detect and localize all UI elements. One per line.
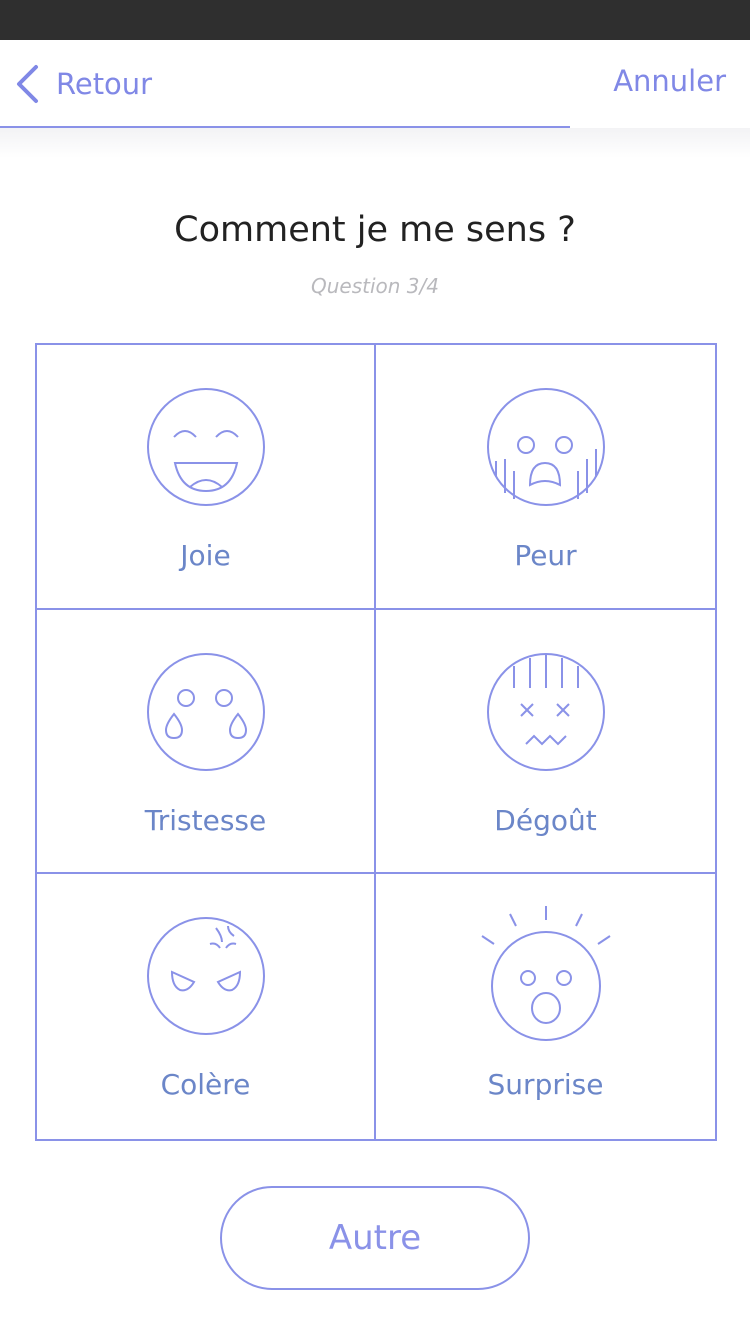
emotion-label: Joie xyxy=(180,539,231,572)
status-bar xyxy=(0,0,750,40)
emotion-option-degout[interactable]: Dégoût xyxy=(376,610,715,875)
question-counter: Question 3/4 xyxy=(311,274,439,298)
disgust-face-icon xyxy=(486,652,605,771)
angry-face-icon xyxy=(146,917,265,1036)
emotion-option-surprise[interactable]: Surprise xyxy=(376,874,715,1139)
cancel-button[interactable]: Annuler xyxy=(613,64,726,98)
chevron-left-icon xyxy=(17,65,38,103)
emotion-label: Peur xyxy=(514,539,577,572)
page-title: Comment je me sens ? xyxy=(174,210,576,250)
back-button[interactable]: Retour xyxy=(14,64,152,104)
emotion-label: Dégoût xyxy=(494,803,597,837)
emotion-option-joie[interactable]: Joie xyxy=(37,345,376,610)
fear-face-icon xyxy=(486,388,605,506)
nav-shadow xyxy=(0,128,750,158)
emotion-option-peur[interactable]: Peur xyxy=(376,345,715,610)
emotion-option-tristesse[interactable]: Tristesse xyxy=(37,609,376,875)
emotion-option-colere[interactable]: Colère xyxy=(37,874,376,1139)
emotion-grid: Joie Peur Tristesse Dégoût Colère Surpri… xyxy=(35,343,717,1141)
emotion-label: Surprise xyxy=(487,1068,604,1102)
emotion-label: Tristesse xyxy=(144,803,267,837)
sad-face-icon xyxy=(146,652,265,771)
emotion-label: Colère xyxy=(160,1068,251,1102)
joy-face-icon xyxy=(146,388,265,506)
back-button-label: Retour xyxy=(56,67,153,101)
other-button[interactable]: Autre xyxy=(220,1186,530,1290)
surprise-face-icon xyxy=(480,906,611,1042)
navigation-bar: Retour Annuler xyxy=(0,40,750,128)
